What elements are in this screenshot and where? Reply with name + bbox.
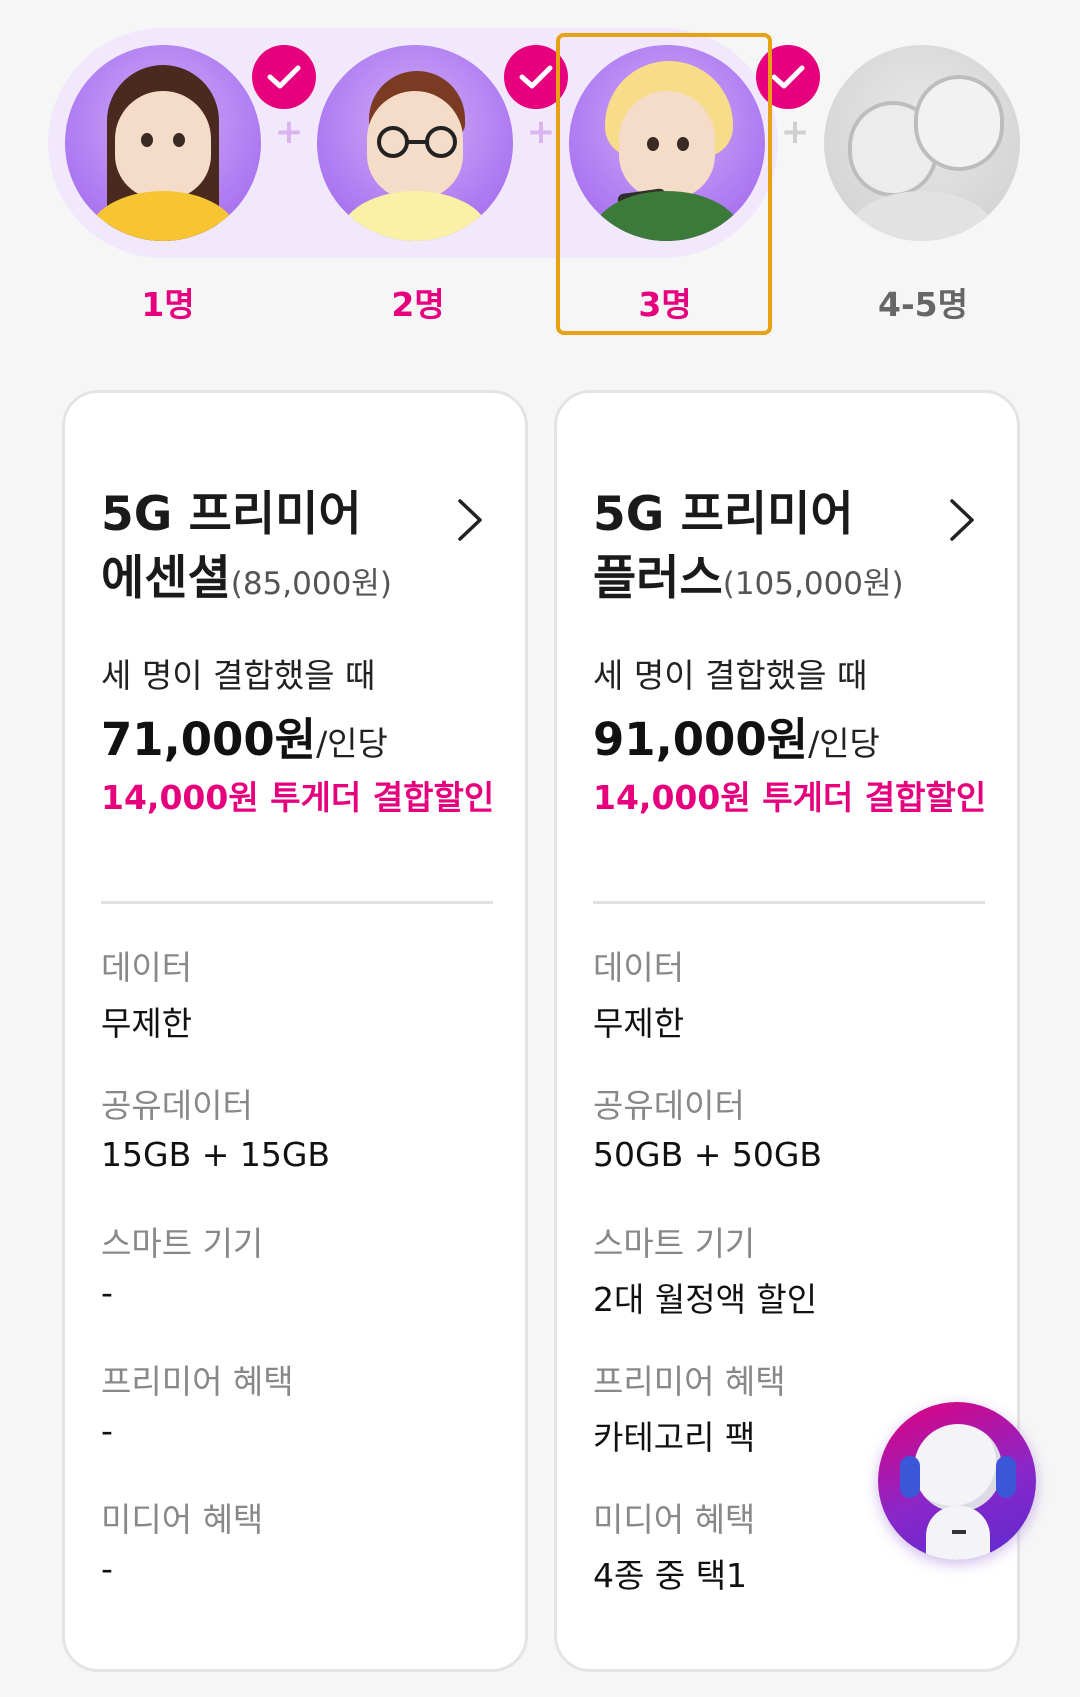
- per-person-amount: 71,000원: [101, 713, 317, 766]
- people-count-label: 2명: [391, 285, 445, 324]
- spec-label: 공유데이터: [593, 1086, 745, 1125]
- spec-label: 프리미어 혜택: [593, 1362, 786, 1401]
- spec-smart-device: 스마트 기기 -: [101, 1217, 263, 1312]
- avatar-woman: [65, 45, 261, 241]
- per-person-price: 91,000원/인당: [593, 703, 880, 768]
- plan-title: 5G 프리미어 에센셜(85,000원): [101, 483, 461, 616]
- spec-data: 데이터 무제한: [101, 941, 192, 1045]
- per-person-unit: /인당: [808, 724, 880, 763]
- spec-label: 미디어 혜택: [593, 1500, 756, 1539]
- spec-data: 데이터 무제한: [593, 941, 684, 1045]
- plan-name-line2: 에센셜: [101, 551, 231, 606]
- chevron-right-icon[interactable]: [455, 497, 485, 547]
- per-person-amount: 91,000원: [593, 713, 809, 766]
- plus-icon: +: [274, 112, 304, 152]
- spec-value: -: [101, 1273, 113, 1312]
- spec-value: 2대 월정액 할인: [593, 1280, 818, 1319]
- spec-value: 무제한: [101, 1004, 193, 1043]
- divider: [101, 901, 493, 904]
- combo-condition: 세 명이 결합했을 때: [593, 656, 868, 695]
- plan-name-line2: 플러스: [593, 551, 723, 606]
- people-count-label: 1명: [141, 285, 195, 324]
- spec-label: 스마트 기기: [101, 1224, 264, 1263]
- plan-card-essential[interactable]: 5G 프리미어 에센셜(85,000원) 세 명이 결합했을 때 71,000원…: [62, 390, 528, 1672]
- plan-name-line1: 5G 프리미어: [101, 487, 362, 542]
- spec-shared-data: 공유데이터 15GB + 15GB: [101, 1079, 330, 1174]
- per-person-price: 71,000원/인당: [101, 703, 388, 768]
- combo-condition: 세 명이 결합했을 때: [101, 656, 376, 695]
- per-person-unit: /인당: [316, 724, 388, 763]
- spec-label: 프리미어 혜택: [101, 1362, 294, 1401]
- spec-label: 데이터: [593, 948, 685, 987]
- divider: [593, 901, 985, 904]
- selection-highlight: [556, 33, 772, 335]
- spec-label: 미디어 혜택: [101, 1500, 264, 1539]
- spec-value: 무제한: [593, 1004, 685, 1043]
- people-option-4-5[interactable]: 4-5명: [815, 0, 1020, 330]
- spec-value: 4종 중 택1: [593, 1556, 748, 1595]
- spec-label: 데이터: [101, 948, 193, 987]
- people-option-2[interactable]: 2명: [308, 0, 568, 330]
- spec-premium-benefit: 프리미어 혜택 -: [101, 1355, 294, 1450]
- spec-value: -: [101, 1411, 113, 1450]
- plus-icon: +: [526, 112, 556, 152]
- spec-media-benefit: 미디어 혜택 -: [101, 1493, 263, 1588]
- spec-smart-device: 스마트 기기 2대 월정액 할인: [593, 1217, 817, 1321]
- spec-value: 50GB + 50GB: [593, 1135, 823, 1174]
- spec-value: 15GB + 15GB: [101, 1135, 331, 1174]
- people-option-1[interactable]: 1명: [56, 0, 316, 330]
- spec-value: 카테고리 팩: [593, 1418, 756, 1457]
- chevron-right-icon[interactable]: [947, 497, 977, 547]
- check-icon: [252, 45, 316, 109]
- spec-label: 공유데이터: [101, 1086, 253, 1125]
- chatbot-button[interactable]: [878, 1402, 1036, 1560]
- plan-title: 5G 프리미어 플러스(105,000원): [593, 483, 953, 616]
- plan-name-line1: 5G 프리미어: [593, 487, 854, 542]
- spec-media-benefit: 미디어 혜택 4종 중 택1: [593, 1493, 755, 1597]
- plan-price: (85,000원): [230, 566, 392, 602]
- avatar-group: [824, 45, 1020, 241]
- chatbot-icon: [878, 1402, 1036, 1560]
- people-count-label: 4-5명: [878, 285, 968, 324]
- plan-price: (105,000원): [722, 566, 904, 602]
- spec-premium-benefit: 프리미어 혜택 카테고리 팩: [593, 1355, 786, 1459]
- plus-icon: +: [780, 112, 810, 152]
- avatar-man-glasses: [317, 45, 513, 241]
- spec-label: 스마트 기기: [593, 1224, 756, 1263]
- spec-value: -: [101, 1549, 113, 1588]
- discount-text: 14,000원 투게더 결합할인: [593, 778, 987, 817]
- spec-shared-data: 공유데이터 50GB + 50GB: [593, 1079, 822, 1174]
- discount-text: 14,000원 투게더 결합할인: [101, 778, 495, 817]
